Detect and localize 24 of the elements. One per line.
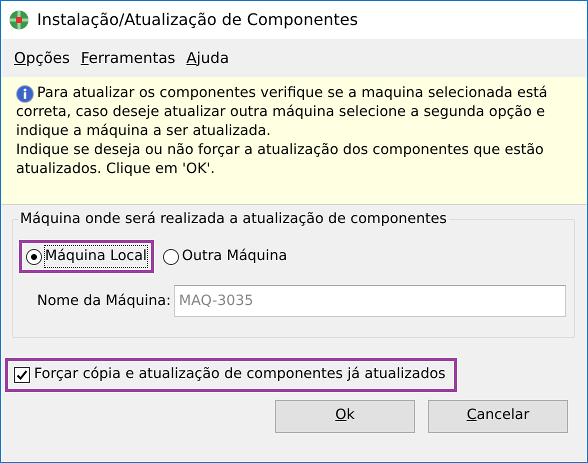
radio-option[interactable]: Máquina Local — [19, 240, 154, 274]
info-text: Para atualizar os componentes verifique se a maquina selecionada está — [37, 84, 548, 103]
info-text: atualizados. Clique em 'OK'. — [16, 160, 216, 179]
window-title: Instalação/Atualização de Componentes — [37, 9, 358, 31]
app-icon — [9, 10, 29, 30]
info-text: indique a máquina a ser atualizada. — [16, 122, 272, 141]
radio-button[interactable] — [162, 248, 179, 265]
checkbox-label: Forçar cópia e atualização de componentes já atualizados — [34, 365, 446, 384]
dialog-button[interactable]: Ok — [275, 400, 415, 433]
info-text: correta, caso deseje atualizar outra máquina selecione a segunda opção e — [16, 103, 546, 122]
menu-item[interactable]: Ferramentas — [80, 46, 176, 70]
dialog-button[interactable]: Cancelar — [428, 400, 568, 433]
menu-item[interactable]: Ajuda — [186, 46, 230, 70]
menu-item[interactable]: Opções — [14, 46, 70, 70]
radio-label: Máquina Local — [45, 246, 147, 268]
checkbox[interactable] — [14, 366, 30, 383]
checkbox-option[interactable]: Forçar cópia e atualização de componentes já atualizados — [5, 358, 457, 392]
field-label: Nome da Máquina: — [37, 292, 171, 311]
radio-label: Outra Máquina — [182, 247, 288, 266]
radio-button[interactable] — [26, 248, 42, 265]
info-icon — [16, 84, 34, 102]
info-text: Indique se deseja ou não forçar a atualização dos componentes que estão — [16, 141, 545, 160]
radio-option[interactable]: Outra Máquina — [156, 240, 294, 274]
group-title: Máquina onde será realizada a atualização de componentes — [18, 210, 449, 228]
